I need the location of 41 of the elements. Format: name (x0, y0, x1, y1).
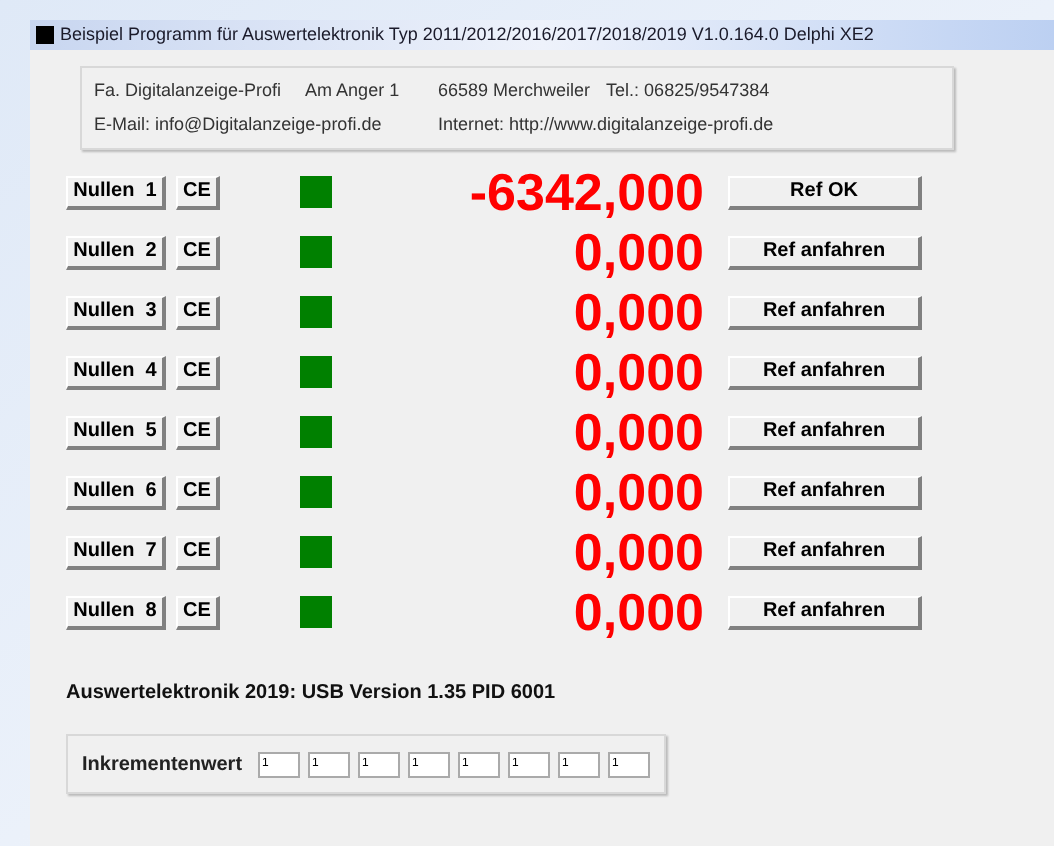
position-value: 0,000 (571, 586, 704, 638)
reference-button[interactable]: Ref anfahren (728, 295, 922, 329)
phone-number: Tel.: 06825/9547384 (606, 78, 770, 104)
zero-button[interactable]: Nullen 6 (66, 475, 166, 509)
position-value: 0,000 (571, 286, 704, 338)
device-status: Auswertelektronik 2019: USB Version 1.35 PID 6001 (66, 680, 558, 708)
reference-button[interactable]: Ref OK (728, 175, 922, 209)
clear-button[interactable]: CE (176, 415, 220, 449)
position-value: 0,000 (571, 466, 704, 518)
clear-button[interactable]: CE (176, 535, 220, 569)
city-address: 66589 Merchweiler (438, 78, 591, 104)
zero-button[interactable]: Nullen 1 (66, 175, 166, 209)
reference-button[interactable]: Ref anfahren (728, 595, 922, 629)
increment-label: Inkrementenwert (82, 751, 243, 779)
zero-button[interactable]: Nullen 4 (66, 355, 166, 389)
reference-button[interactable]: Ref anfahren (728, 415, 922, 449)
company-name: Fa. Digitalanzeige-Profi (94, 78, 282, 104)
zero-button[interactable]: Nullen 2 (66, 235, 166, 269)
clear-button[interactable]: CE (176, 475, 220, 509)
clear-button[interactable]: CE (176, 295, 220, 329)
clear-button[interactable]: CE (176, 235, 220, 269)
position-value: -6342,000 (467, 166, 704, 218)
position-value: 0,000 (571, 406, 704, 458)
clear-button[interactable]: CE (176, 355, 220, 389)
zero-button[interactable]: Nullen 7 (66, 535, 166, 569)
website-address: Internet: http://www.digitalanzeige-profi.de (438, 111, 776, 138)
position-value: 0,000 (571, 526, 704, 578)
zero-button[interactable]: Nullen 3 (66, 295, 166, 329)
position-value: 0,000 (571, 226, 704, 278)
window-title: Beispiel Programm für Auswertelektronik Typ 2011/2012/2016/2017/2018/2019 V1.0.164.0 Delphi XE2 (60, 21, 874, 48)
zero-button[interactable]: Nullen 8 (66, 595, 166, 629)
email-address: E-Mail: info@Digitalanzeige-profi.de (94, 111, 384, 138)
position-value: 0,000 (571, 346, 704, 398)
reference-button[interactable]: Ref anfahren (728, 535, 922, 569)
zero-button[interactable]: Nullen 5 (66, 415, 166, 449)
reference-button[interactable]: Ref anfahren (728, 355, 922, 389)
reference-button[interactable]: Ref anfahren (728, 475, 922, 509)
clear-button[interactable]: CE (176, 175, 220, 209)
reference-button[interactable]: Ref anfahren (728, 235, 922, 269)
street-address: Am Anger 1 (305, 78, 400, 104)
clear-button[interactable]: CE (176, 595, 220, 629)
